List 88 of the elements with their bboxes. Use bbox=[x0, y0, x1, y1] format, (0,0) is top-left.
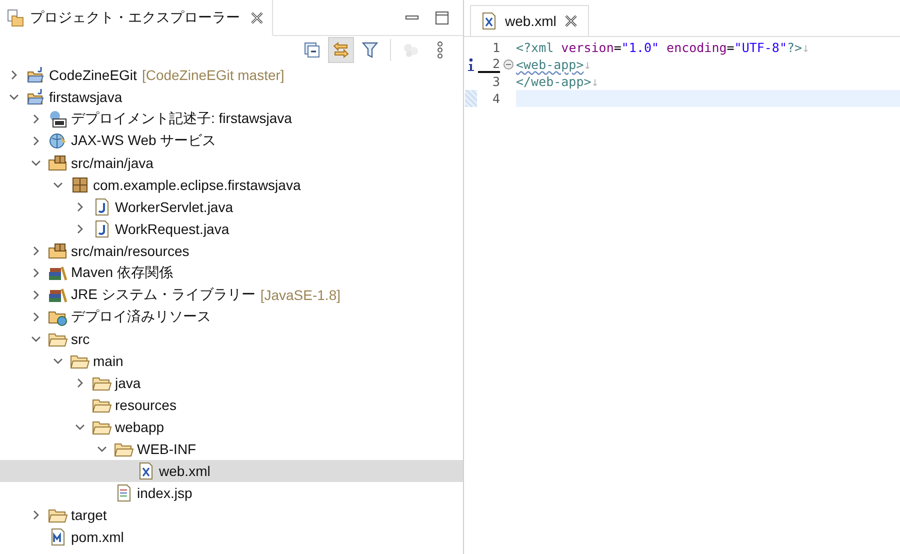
tree-item[interactable]: com.example.eclipse.firstawsjava bbox=[0, 174, 463, 196]
code-token: </web-app> bbox=[516, 74, 592, 89]
code-token: ↓ bbox=[591, 74, 599, 89]
tree-item-label: main bbox=[93, 353, 124, 369]
editor-tab[interactable]: web.xml bbox=[470, 5, 590, 36]
tree-item-label: デプロイ済みリソース bbox=[71, 308, 211, 326]
line-number: 2 bbox=[478, 56, 500, 73]
tree-item[interactable]: Maven 依存関係 bbox=[0, 262, 463, 284]
filter-icon bbox=[361, 41, 379, 59]
code-token: "1.0" bbox=[621, 40, 660, 55]
tree-item-label: WEB-INF bbox=[137, 441, 196, 457]
code-token: = bbox=[726, 40, 734, 55]
tree-item-label: firstawsjava bbox=[49, 89, 122, 105]
collapse-all-icon bbox=[303, 41, 321, 59]
maximize-icon[interactable] bbox=[435, 10, 449, 24]
folder-icon bbox=[6, 8, 24, 26]
project-folder-icon bbox=[26, 66, 46, 84]
circles-icon bbox=[402, 41, 420, 59]
more-icon bbox=[435, 41, 445, 59]
link-editor-icon bbox=[332, 41, 350, 59]
tree-item-label: src bbox=[71, 331, 90, 347]
code-token: version bbox=[560, 40, 614, 55]
close-icon[interactable] bbox=[250, 10, 264, 24]
tree-item[interactable]: デプロイ済みリソース bbox=[0, 306, 463, 328]
tree-item[interactable]: firstawsjava bbox=[0, 86, 463, 108]
code-token: ↓ bbox=[584, 57, 592, 72]
tree-item-label: デプロイメント記述子: firstawsjava bbox=[71, 110, 292, 128]
line-number: 3 bbox=[491, 74, 500, 89]
tree-item-label: index.jsp bbox=[137, 485, 192, 501]
code-token: ↓ bbox=[802, 40, 810, 55]
project-folder-icon bbox=[26, 88, 46, 106]
tree-item-label: JAX-WS Web サービス bbox=[71, 132, 216, 150]
tree-item-label: com.example.eclipse.firstawsjava bbox=[93, 177, 301, 193]
code-token: encoding bbox=[666, 40, 727, 55]
tree-item[interactable]: src/main/java bbox=[0, 152, 463, 174]
tree-item[interactable]: デプロイメント記述子: firstawsjava bbox=[0, 108, 463, 130]
code-token: = bbox=[614, 40, 622, 55]
tree-item[interactable]: WEB-INF bbox=[0, 438, 463, 460]
library-books-icon bbox=[48, 264, 68, 282]
git-decoration: [JavaSE-1.8] bbox=[260, 287, 340, 303]
tree-item[interactable]: JRE システム・ライブラリー [JavaSE-1.8] bbox=[0, 284, 463, 306]
tree-item[interactable]: WorkerServlet.java bbox=[0, 196, 463, 218]
tree-item-label: Maven 依存関係 bbox=[71, 264, 173, 282]
tree-item[interactable]: src bbox=[0, 328, 463, 350]
package-folder-icon bbox=[48, 242, 68, 260]
tree-item[interactable]: web.xml bbox=[0, 460, 463, 482]
tree-item[interactable]: resources bbox=[0, 394, 463, 416]
tree-item[interactable]: src/main/resources bbox=[0, 240, 463, 262]
xml-file-icon bbox=[481, 12, 497, 30]
toolbar-button[interactable] bbox=[328, 37, 354, 63]
tree-item-label: JRE システム・ライブラリー bbox=[71, 286, 256, 304]
code-token: ?> bbox=[786, 40, 802, 55]
tree-item-label: pom.xml bbox=[71, 529, 124, 545]
git-decoration: [CodeZineEGit master] bbox=[142, 67, 284, 83]
tree-item[interactable]: JAX-WS Web サービス bbox=[0, 130, 463, 152]
package-icon bbox=[70, 176, 90, 194]
tree-item[interactable]: webapp bbox=[0, 416, 463, 438]
tree-item-label: src/main/java bbox=[71, 155, 154, 171]
tree-item-label: src/main/resources bbox=[71, 243, 190, 259]
tree-item-label: CodeZineEGit bbox=[49, 67, 137, 83]
tree-item[interactable]: index.jsp bbox=[0, 482, 463, 504]
descriptor-icon bbox=[48, 110, 68, 128]
line-number: 4 bbox=[491, 91, 500, 106]
close-icon[interactable] bbox=[564, 14, 578, 28]
code-token: <?xml bbox=[516, 40, 554, 55]
tree-item[interactable]: WorkRequest.java bbox=[0, 218, 463, 240]
tree-item[interactable]: target bbox=[0, 504, 463, 526]
tree-item[interactable]: main bbox=[0, 350, 463, 372]
package-folder-icon bbox=[48, 154, 68, 172]
view-tab[interactable]: プロジェクト・エクスプローラー bbox=[0, 0, 273, 36]
tree-item[interactable]: pom.xml bbox=[0, 526, 463, 548]
tree-item[interactable]: CodeZineEGit [CodeZineEGit master] bbox=[0, 64, 463, 86]
code-token: "UTF-8" bbox=[734, 40, 787, 55]
line-number: 1 bbox=[491, 40, 500, 55]
tree-item-label: target bbox=[71, 507, 107, 523]
tree-item-label: web.xml bbox=[159, 463, 210, 479]
globe-icon bbox=[48, 132, 68, 150]
view-title: プロジェクト・エクスプローラー bbox=[30, 8, 240, 26]
tree-item-label: java bbox=[115, 375, 141, 391]
editor-tab-title: web.xml bbox=[505, 13, 556, 29]
tree-item-label: WorkerServlet.java bbox=[115, 199, 234, 215]
tree-item-label: webapp bbox=[115, 419, 164, 435]
tree-item-label: WorkRequest.java bbox=[115, 221, 230, 237]
code-token: <web-app> bbox=[516, 57, 584, 72]
library-books-icon bbox=[48, 286, 68, 304]
fold-icon[interactable] bbox=[502, 59, 514, 70]
tree-item[interactable]: java bbox=[0, 372, 463, 394]
tree-item-label: resources bbox=[115, 397, 176, 413]
